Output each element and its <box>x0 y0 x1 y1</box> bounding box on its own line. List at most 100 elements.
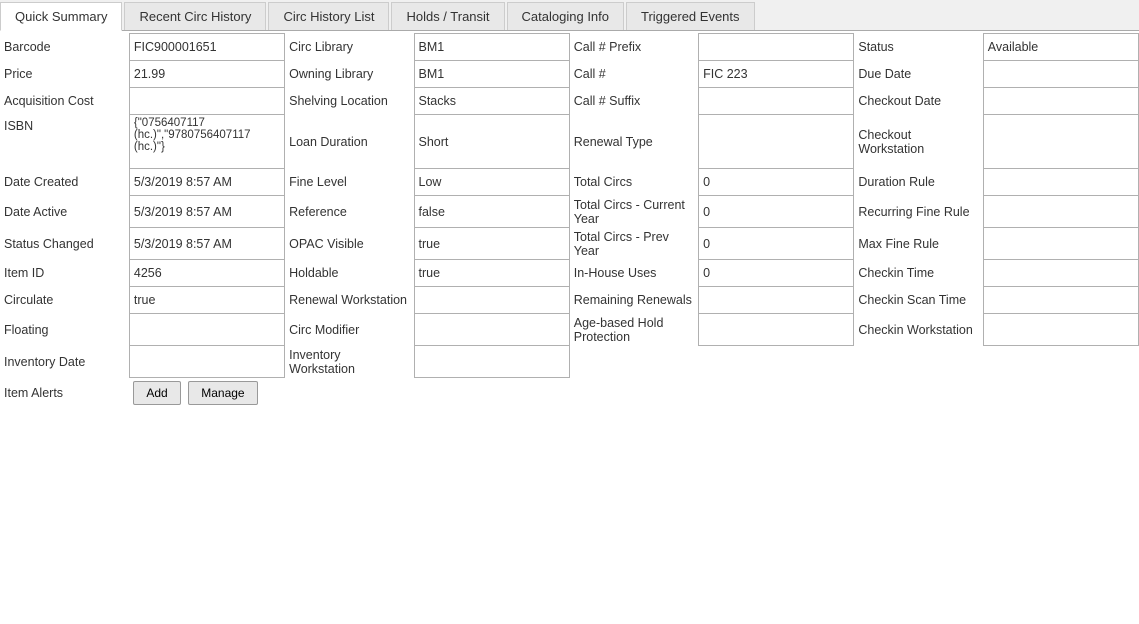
tabs-bar: Quick Summary Recent Circ History Circ H… <box>0 0 1139 31</box>
call-prefix-label: Call # Prefix <box>569 34 698 61</box>
remaining-renewals-label: Remaining Renewals <box>569 287 698 314</box>
price-label: Price <box>0 61 129 88</box>
renewal-workstation-label: Renewal Workstation <box>285 287 414 314</box>
inventory-date-value[interactable] <box>129 346 284 378</box>
shelving-location-label: Shelving Location <box>285 88 414 115</box>
in-house-uses-label: In-House Uses <box>569 260 698 287</box>
age-based-value[interactable] <box>699 314 854 346</box>
item-alerts-label: Item Alerts <box>0 378 129 409</box>
duration-rule-value[interactable] <box>983 169 1138 196</box>
circulate-value[interactable]: true <box>129 287 284 314</box>
table-row: ISBN {"0756407117 (hc.)","9780756407117 … <box>0 115 1139 169</box>
floating-value[interactable] <box>129 314 284 346</box>
fine-level-value[interactable]: Low <box>414 169 569 196</box>
shelving-location-value[interactable]: Stacks <box>414 88 569 115</box>
isbn-value[interactable]: {"0756407117 (hc.)","9780756407117 (hc.)… <box>129 115 284 169</box>
tab-circ-history-list[interactable]: Circ History List <box>268 2 389 30</box>
circ-library-label: Circ Library <box>285 34 414 61</box>
call-prefix-value[interactable] <box>699 34 854 61</box>
loan-duration-label: Loan Duration <box>285 115 414 169</box>
table-row: Inventory Date Inventory Workstation <box>0 346 1139 378</box>
tab-quick-summary[interactable]: Quick Summary <box>0 2 122 31</box>
table-row: Acquisition Cost Shelving Location Stack… <box>0 88 1139 115</box>
reference-value[interactable]: false <box>414 196 569 228</box>
inventory-date-label: Inventory Date <box>0 346 129 378</box>
status-changed-value[interactable]: 5/3/2019 8:57 AM <box>129 228 284 260</box>
total-circs-prev-year-label: Total Circs - Prev Year <box>569 228 698 260</box>
fine-level-label: Fine Level <box>285 169 414 196</box>
table-row: Status Changed 5/3/2019 8:57 AM OPAC Vis… <box>0 228 1139 260</box>
checkin-workstation-value[interactable] <box>983 314 1138 346</box>
checkout-date-value[interactable] <box>983 88 1138 115</box>
acq-cost-value[interactable] <box>129 88 284 115</box>
date-active-label: Date Active <box>0 196 129 228</box>
renewal-type-value[interactable] <box>699 115 854 169</box>
table-row: Circulate true Renewal Workstation Remai… <box>0 287 1139 314</box>
opac-visible-label: OPAC Visible <box>285 228 414 260</box>
date-created-label: Date Created <box>0 169 129 196</box>
floating-label: Floating <box>0 314 129 346</box>
recurring-fine-rule-value[interactable] <box>983 196 1138 228</box>
barcode-value[interactable]: FIC900001651 <box>129 34 284 61</box>
tab-recent-circ-history[interactable]: Recent Circ History <box>124 2 266 30</box>
manage-button[interactable]: Manage <box>188 381 257 405</box>
holdable-value[interactable]: true <box>414 260 569 287</box>
checkin-scan-time-value[interactable] <box>983 287 1138 314</box>
isbn-label: ISBN <box>0 115 129 169</box>
checkin-workstation-label: Checkin Workstation <box>854 314 983 346</box>
add-button[interactable]: Add <box>133 381 180 405</box>
in-house-uses-value[interactable]: 0 <box>699 260 854 287</box>
price-value[interactable]: 21.99 <box>129 61 284 88</box>
opac-visible-value[interactable]: true <box>414 228 569 260</box>
total-circs-value[interactable]: 0 <box>699 169 854 196</box>
renewal-type-label: Renewal Type <box>569 115 698 169</box>
renewal-workstation-value[interactable] <box>414 287 569 314</box>
status-label: Status <box>854 34 983 61</box>
due-date-value[interactable] <box>983 61 1138 88</box>
age-based-label: Age-based Hold Protection <box>569 314 698 346</box>
max-fine-rule-label: Max Fine Rule <box>854 228 983 260</box>
table-row: Barcode FIC900001651 Circ Library BM1 Ca… <box>0 34 1139 61</box>
table-row: Floating Circ Modifier Age-based Hold Pr… <box>0 314 1139 346</box>
table-row: Item ID 4256 Holdable true In-House Uses… <box>0 260 1139 287</box>
status-value[interactable]: Available <box>983 34 1138 61</box>
checkin-time-label: Checkin Time <box>854 260 983 287</box>
circulate-label: Circulate <box>0 287 129 314</box>
owning-library-label: Owning Library <box>285 61 414 88</box>
inventory-workstation-value[interactable] <box>414 346 569 378</box>
owning-library-value[interactable]: BM1 <box>414 61 569 88</box>
inventory-workstation-label: Inventory Workstation <box>285 346 414 378</box>
tab-holds-transit[interactable]: Holds / Transit <box>391 2 504 30</box>
checkout-workstation-label: Checkout Workstation <box>854 115 983 169</box>
call-num-value[interactable]: FIC 223 <box>699 61 854 88</box>
date-active-value[interactable]: 5/3/2019 8:57 AM <box>129 196 284 228</box>
barcode-label: Barcode <box>0 34 129 61</box>
acq-cost-label: Acquisition Cost <box>0 88 129 115</box>
circ-modifier-value[interactable] <box>414 314 569 346</box>
tab-cataloging-info[interactable]: Cataloging Info <box>507 2 624 30</box>
max-fine-rule-value[interactable] <box>983 228 1138 260</box>
checkout-workstation-value[interactable] <box>983 115 1138 169</box>
loan-duration-value[interactable]: Short <box>414 115 569 169</box>
tab-triggered-events[interactable]: Triggered Events <box>626 2 755 30</box>
call-num-label: Call # <box>569 61 698 88</box>
status-changed-label: Status Changed <box>0 228 129 260</box>
table-row: Price 21.99 Owning Library BM1 Call # FI… <box>0 61 1139 88</box>
checkout-date-label: Checkout Date <box>854 88 983 115</box>
call-suffix-label: Call # Suffix <box>569 88 698 115</box>
item-id-value[interactable]: 4256 <box>129 260 284 287</box>
call-suffix-value[interactable] <box>699 88 854 115</box>
due-date-label: Due Date <box>854 61 983 88</box>
date-created-value[interactable]: 5/3/2019 8:57 AM <box>129 169 284 196</box>
total-circs-current-year-value[interactable]: 0 <box>699 196 854 228</box>
remaining-renewals-value[interactable] <box>699 287 854 314</box>
reference-label: Reference <box>285 196 414 228</box>
duration-rule-label: Duration Rule <box>854 169 983 196</box>
checkin-time-value[interactable] <box>983 260 1138 287</box>
item-id-label: Item ID <box>0 260 129 287</box>
recurring-fine-rule-label: Recurring Fine Rule <box>854 196 983 228</box>
total-circs-current-year-label: Total Circs - Current Year <box>569 196 698 228</box>
circ-library-value[interactable]: BM1 <box>414 34 569 61</box>
circ-modifier-label: Circ Modifier <box>285 314 414 346</box>
total-circs-prev-year-value[interactable]: 0 <box>699 228 854 260</box>
